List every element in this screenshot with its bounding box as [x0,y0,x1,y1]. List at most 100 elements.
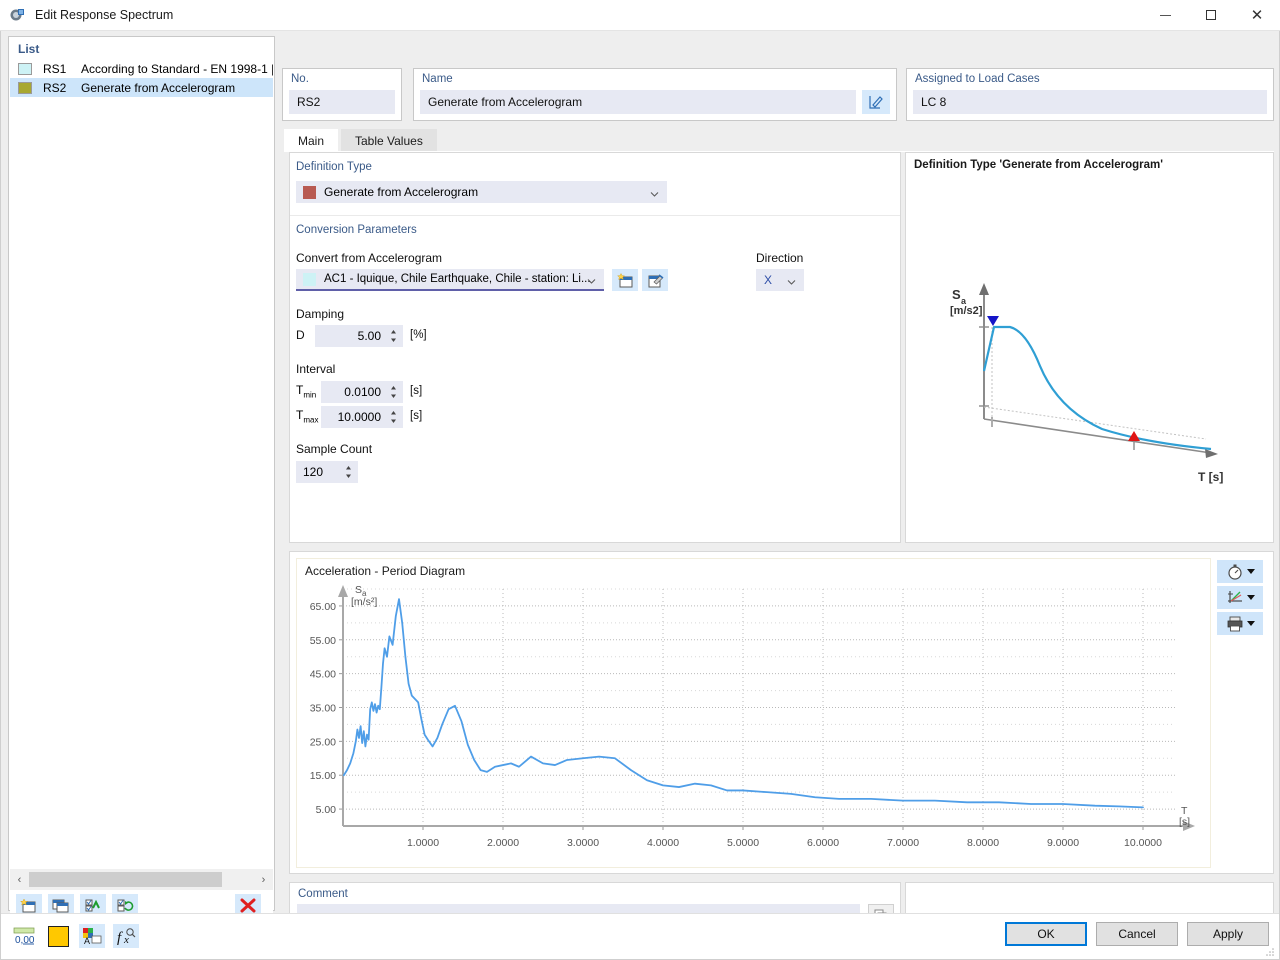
window-title: Edit Response Spectrum [35,8,174,22]
direction-combo[interactable]: X [756,269,804,291]
printer-icon [1227,616,1242,631]
svg-text:65.00: 65.00 [310,601,336,613]
load-cases-box: Assigned to Load Cases LC 8 [906,68,1274,121]
list-item[interactable]: RS1 According to Standard - EN 1998-1 | … [10,59,273,78]
convert-from-accelerogram-label: Convert from Accelerogram [296,251,443,265]
list-item-id: RS2 [43,80,67,95]
svg-text:25.00: 25.00 [310,736,336,748]
list-item-label: Generate from Accelerogram [81,80,236,95]
scrollbar-thumb[interactable] [29,872,222,887]
damping-symbol: D [296,328,305,342]
damping-unit: [%] [410,329,427,341]
damping-stepper[interactable] [390,329,397,343]
svg-text:[m/s²]: [m/s²] [351,596,377,608]
sample-count-stepper[interactable] [345,465,352,479]
tmin-stepper[interactable] [390,385,397,399]
tmin-input[interactable]: 0.0100 [321,381,403,403]
svg-text:8.0000: 8.0000 [967,837,999,849]
tmin-symbol: Tmin [296,383,317,400]
svg-text:45.00: 45.00 [310,669,336,681]
number-format-icon: 0,00 [13,927,35,946]
chevron-down-icon [650,188,659,197]
definition-type-group-label: Definition Type [296,161,372,173]
chevron-down-icon [1246,621,1255,626]
svg-text:1.0000: 1.0000 [407,837,439,849]
svg-text:9.0000: 9.0000 [1047,837,1079,849]
accelerogram-swatch [303,272,316,286]
list-item-label: According to Standard - EN 1998-1 | DIN [81,61,273,76]
load-cases-value: LC 8 [913,90,1267,114]
dialog-bottom-bar: 0,00 A f x OK Cancel Apply [1,913,1279,959]
name-edit-button[interactable] [862,90,890,114]
number-field-box: No. RS2 [282,68,402,121]
number-value: RS2 [289,90,395,114]
resize-grip[interactable] [1265,946,1275,956]
svg-text:2.0000: 2.0000 [487,837,519,849]
sample-count-input[interactable]: 120 [296,461,358,483]
chart-title: Acceleration - Period Diagram [305,564,466,578]
dialog-body: List RS1 According to Standard - EN 1998… [0,31,1280,960]
render-icon: A [83,928,102,945]
svg-text:A: A [84,936,90,945]
damping-label: Damping [296,307,345,321]
tab-table-values[interactable]: Table Values [341,129,437,152]
close-button[interactable]: ✕ [1234,0,1280,31]
edit-accelerogram-button[interactable] [642,269,668,291]
preview-panel: Definition Type 'Generate from Accelerog… [905,152,1274,543]
color-square-icon [47,925,69,947]
chevron-down-icon [587,275,596,284]
name-input[interactable]: Generate from Accelerogram [420,90,856,114]
tmax-input[interactable]: 10.0000 [321,406,403,428]
accelerogram-combo[interactable]: AC1 - Iquique, Chile Earthquake, Chile -… [296,269,604,291]
minimize-button[interactable] [1142,0,1188,31]
direction-value: X [764,273,773,287]
list-item-color-swatch [18,81,32,94]
decimal-places-button[interactable]: 0,00 [11,924,37,948]
window-controls: ✕ [1142,0,1280,31]
chevron-down-icon [1246,569,1255,574]
svg-text:x: x [123,934,129,945]
list-horizontal-scrollbar[interactable]: ‹ › [10,869,273,890]
svg-text:55.00: 55.00 [310,635,336,647]
svg-text:15.00: 15.00 [310,770,336,782]
maximize-icon [1206,10,1216,20]
chevron-down-icon [1246,595,1255,600]
render-settings-button[interactable]: A [79,924,105,948]
tab-main[interactable]: Main [284,129,339,152]
definition-type-combo[interactable]: Generate from Accelerogram [296,181,667,203]
svg-text:[s]: [s] [1179,816,1190,828]
formula-button[interactable]: f x [113,924,139,948]
svg-text:S: S [355,584,362,596]
cancel-button[interactable]: Cancel [1096,922,1178,946]
tmax-stepper[interactable] [390,410,397,424]
svg-text:10.0000: 10.0000 [1124,837,1162,849]
svg-text:5.00: 5.00 [316,804,337,816]
edit-accelerogram-icon [648,273,663,287]
svg-text:5.0000: 5.0000 [727,837,759,849]
list-item[interactable]: RS2 Generate from Accelerogram [10,78,273,97]
scroll-left-arrow[interactable]: ‹ [10,869,29,890]
color-swatch-button[interactable] [45,924,71,948]
preview-title: Definition Type 'Generate from Accelerog… [914,159,1163,171]
apply-button[interactable]: Apply [1187,922,1269,946]
damping-input[interactable]: 5.00 [315,325,403,347]
edit-pencil-icon [869,96,883,109]
load-cases-caption: Assigned to Load Cases [915,73,1040,85]
minimize-icon [1159,14,1171,16]
scrollbar-track[interactable] [29,869,254,890]
chart-print-button[interactable] [1217,612,1263,635]
interval-label: Interval [296,362,336,376]
tmax-unit: [s] [410,410,423,422]
chart-timer-button[interactable] [1217,560,1263,583]
svg-text:7.0000: 7.0000 [887,837,919,849]
comment-caption: Comment [298,888,348,900]
scroll-right-arrow[interactable]: › [254,869,273,890]
maximize-button[interactable] [1188,0,1234,31]
ok-button[interactable]: OK [1005,922,1087,946]
new-accelerogram-button[interactable] [612,269,638,291]
preview-x-label: T [s] [1198,470,1223,484]
accelerogram-value: AC1 - Iquique, Chile Earthquake, Chile -… [324,273,591,285]
svg-text:[m/s2]: [m/s2] [950,305,983,317]
chart-axes-button[interactable] [1217,586,1263,609]
preview-y-symbol: S [952,287,961,302]
